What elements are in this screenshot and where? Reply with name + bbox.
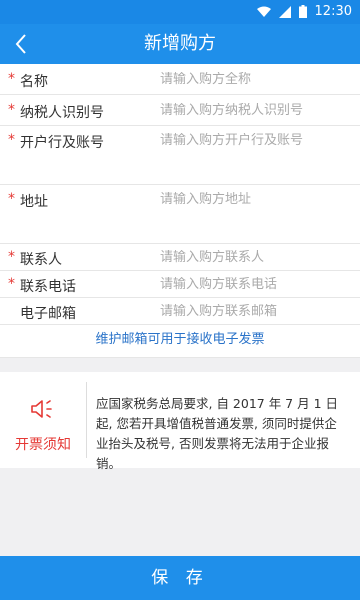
save-button[interactable]: 保 存 bbox=[0, 556, 360, 600]
status-bar: 12:30 bbox=[0, 0, 360, 24]
phone-input[interactable] bbox=[160, 277, 350, 292]
email-input[interactable] bbox=[160, 304, 350, 319]
field-label: 地址 bbox=[20, 194, 48, 210]
form-row-name: * 名称 bbox=[0, 64, 360, 95]
status-time: 12:30 bbox=[314, 4, 352, 19]
required-mark: * bbox=[8, 249, 15, 265]
email-link[interactable]: 维护邮箱可用于接收电子发票 bbox=[0, 325, 360, 358]
page-title: 新增购方 bbox=[144, 33, 216, 54]
required-mark: * bbox=[8, 191, 15, 207]
status-icons: 12:30 bbox=[256, 4, 352, 19]
buyer-form: * 名称 * 纳税人识别号 * 开户行及账号 * 地址 * 联系人 * 联系电话… bbox=[0, 64, 360, 358]
required-mark: * bbox=[8, 276, 15, 292]
speaker-icon bbox=[31, 400, 52, 418]
taxpayer-id-input[interactable] bbox=[160, 103, 350, 118]
required-mark: * bbox=[8, 102, 15, 118]
field-label: 联系电话 bbox=[20, 279, 76, 295]
battery-icon bbox=[298, 5, 307, 18]
required-mark: * bbox=[8, 132, 15, 148]
form-row-contact: * 联系人 bbox=[0, 244, 360, 271]
name-input[interactable] bbox=[160, 72, 350, 87]
form-row-address: * 地址 bbox=[0, 185, 360, 244]
field-label: 名称 bbox=[20, 74, 48, 90]
form-row-taxpayer-id: * 纳税人识别号 bbox=[0, 95, 360, 126]
field-label: 联系人 bbox=[20, 252, 62, 268]
form-row-bank-account: * 开户行及账号 bbox=[0, 126, 360, 185]
address-input[interactable] bbox=[160, 192, 350, 207]
field-label: 电子邮箱 bbox=[20, 306, 76, 322]
notice-text: 应国家税务总局要求, 自 2017 年 7 月 1 日起, 您若开具增值税普通发… bbox=[96, 396, 339, 471]
field-label: 纳税人识别号 bbox=[20, 105, 104, 121]
field-label: 开户行及账号 bbox=[20, 135, 104, 151]
form-row-email: 电子邮箱 bbox=[0, 298, 360, 325]
required-mark: * bbox=[8, 71, 15, 87]
contact-input[interactable] bbox=[160, 250, 350, 265]
invoice-notice: 开票须知 应国家税务总局要求, 自 2017 年 7 月 1 日起, 您若开具增… bbox=[0, 372, 360, 471]
wifi-icon bbox=[256, 6, 271, 17]
notice-title: 开票须知 bbox=[15, 437, 71, 453]
notice-header: 开票须知 bbox=[0, 382, 87, 458]
form-row-phone: * 联系电话 bbox=[0, 271, 360, 298]
navigation-bar: 新增购方 bbox=[0, 24, 360, 64]
bank-account-input[interactable] bbox=[160, 133, 350, 148]
signal-icon bbox=[278, 5, 291, 18]
